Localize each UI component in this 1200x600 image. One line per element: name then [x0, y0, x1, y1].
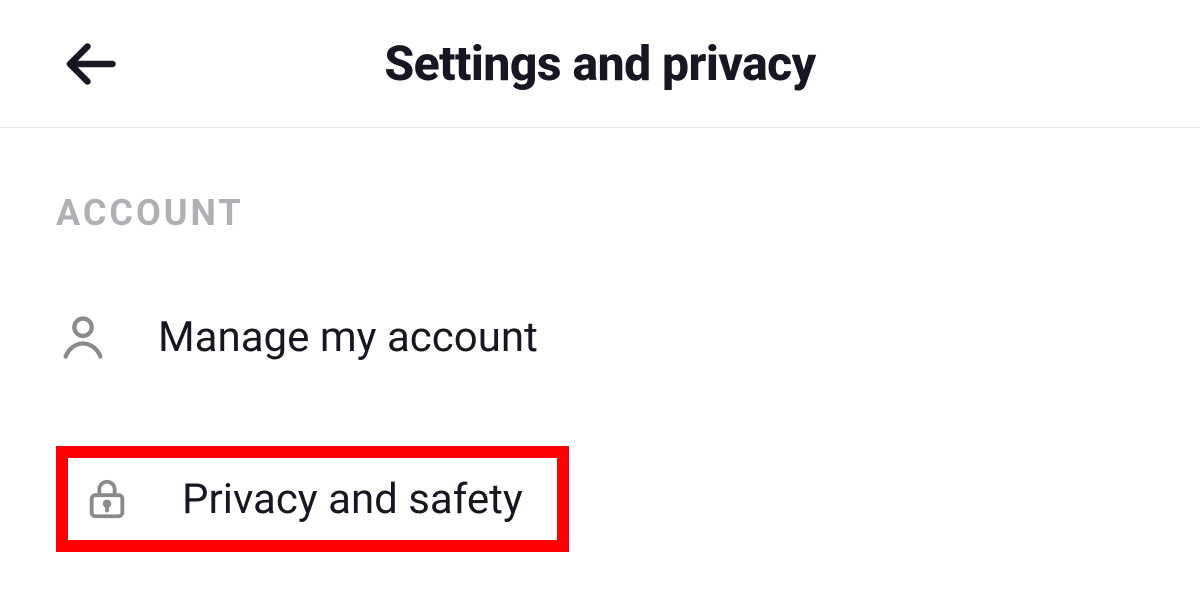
content: ACCOUNT Manage my account Privacy and sa… [0, 128, 1200, 552]
header: Settings and privacy [0, 0, 1200, 128]
lock-icon [80, 472, 134, 526]
page-title: Settings and privacy [48, 35, 1152, 92]
section-heading-account: ACCOUNT [56, 192, 1144, 234]
list-item-privacy-safety[interactable]: Privacy and safety [56, 446, 569, 552]
list-item-label: Privacy and safety [182, 475, 543, 524]
list-item-manage-account[interactable]: Manage my account [56, 298, 1144, 376]
arrow-left-icon [60, 34, 120, 94]
person-icon [56, 310, 110, 364]
back-button[interactable] [60, 34, 120, 94]
list-item-label: Manage my account [158, 313, 538, 362]
